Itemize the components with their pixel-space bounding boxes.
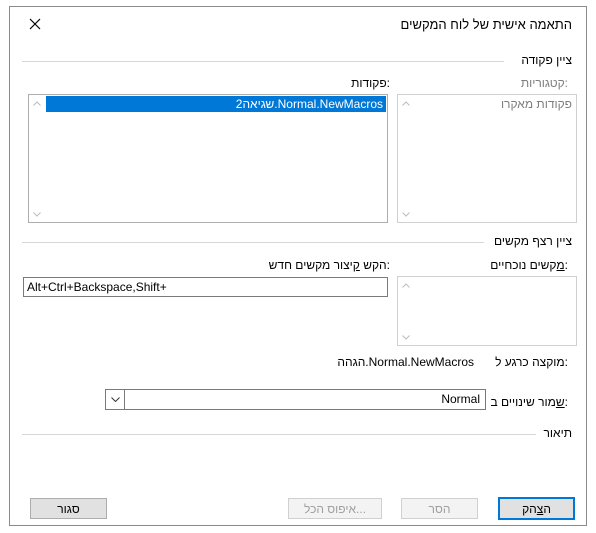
dropdown-button[interactable] [106,390,125,409]
categories-item[interactable]: פקודות מאקרו [415,96,575,112]
scroll-down-icon[interactable] [401,332,411,342]
categories-scrollbar[interactable] [398,95,414,222]
close-icon[interactable] [22,11,48,37]
scroll-down-icon[interactable] [401,209,411,219]
assigned-to-value: Normal.NewMacros.הגהה [337,355,474,369]
scroll-up-icon[interactable] [401,280,411,290]
description-separator [22,434,536,435]
specify-command-separator [22,61,504,62]
current-keys-label: מקשים נוכחיים: [490,258,568,272]
save-changes-accel: ש [555,395,565,409]
specify-keystroke-header: ציין רצף מקשים [494,234,572,248]
scroll-up-icon[interactable] [32,98,42,108]
specify-command-header: ציין פקודה [521,53,572,67]
current-keys-listbox[interactable] [397,276,577,346]
description-header: תיאור [543,426,572,440]
current-keys-label-text: קשים נוכחיים: [490,258,568,272]
commands-scrollbar[interactable] [29,95,45,222]
commands-item-selected[interactable]: Normal.NewMacros.שגיאה2 [46,96,386,112]
new-shortcut-input[interactable]: Alt+Ctrl+Backspace,Shift+ [23,277,388,297]
assign-label-pre: הק [522,501,537,516]
customize-keyboard-dialog: התאמה אישית של לוח המקשים ציין פקודה קטג… [9,6,587,526]
commands-listbox[interactable]: Normal.NewMacros.שגיאה2 [28,94,388,223]
categories-listbox[interactable]: פקודות מאקרו [397,94,577,223]
new-shortcut-accel: ק [352,258,360,272]
new-shortcut-label-pre: הקש [359,258,387,272]
save-changes-value: Normal [441,392,480,406]
commands-label: פקודות: [351,76,390,90]
save-changes-label: שמור שינויים ב: [490,395,568,409]
new-shortcut-label: הקש קיצור מקשים חדש: [269,258,390,272]
current-keys-scrollbar[interactable] [398,277,414,345]
chevron-down-icon [110,397,120,402]
current-keys-accel: מ [556,258,565,272]
specify-keystroke-separator [22,242,484,243]
scroll-up-icon[interactable] [401,98,411,108]
save-changes-select[interactable]: Normal [105,389,486,410]
reset-all-button[interactable]: איפוס הכל... [288,498,382,519]
assign-button[interactable]: הק צ ה [498,497,575,520]
dialog-title: התאמה אישית של לוח המקשים [400,17,572,32]
scroll-down-icon[interactable] [32,209,42,219]
remove-button[interactable]: הסר [401,498,478,519]
categories-label: קטגוריות: [520,76,568,90]
assigned-to-label: מוקצה כרגע ל: [495,355,568,369]
assign-label-post: ה [543,501,551,516]
close-button[interactable]: סגור [30,498,107,519]
